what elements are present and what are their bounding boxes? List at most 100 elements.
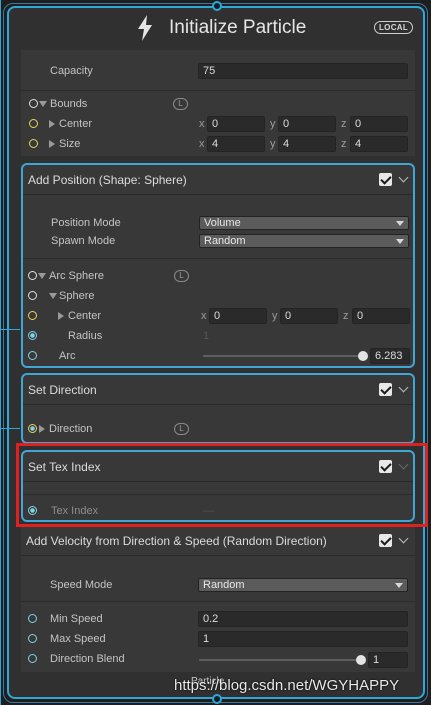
max-speed-label: Max Speed <box>50 633 106 645</box>
bounds-size-port[interactable] <box>29 139 38 148</box>
bounds-center-port[interactable] <box>29 119 38 128</box>
direction-blend-value-field[interactable]: 1 <box>368 652 408 668</box>
max-speed-field[interactable]: 1 <box>198 631 408 647</box>
direction-port-connected[interactable] <box>28 424 37 433</box>
dropdown-arrow-icon <box>395 583 403 588</box>
min-speed-field[interactable]: 0.2 <box>198 611 408 627</box>
bounds-space-badge[interactable]: L <box>173 98 188 110</box>
axis-y-label: y <box>270 138 276 150</box>
position-mode-value: Volume <box>204 217 241 229</box>
axis-z-label: z <box>343 310 349 322</box>
arc-sphere-input-port[interactable] <box>28 271 37 280</box>
local-space-badge[interactable]: LOCAL <box>374 21 414 34</box>
add-position-header[interactable]: Add Position (Shape: Sphere) <box>23 165 413 195</box>
arc-sphere-expand-icon[interactable] <box>38 273 46 279</box>
radius-label: Radius <box>68 330 103 342</box>
arc-sphere-label: Arc Sphere <box>49 270 105 282</box>
sphere-center-expand-icon[interactable] <box>58 312 64 320</box>
arc-label: Arc <box>59 350 76 362</box>
position-mode-dropdown[interactable]: Volume <box>199 216 409 230</box>
set-direction-enabled-checkbox[interactable] <box>379 383 392 396</box>
sphere-label: Sphere <box>59 290 95 302</box>
axis-y-label: y <box>270 118 276 130</box>
initialize-particle-node[interactable]: Initialize Particle LOCAL Capacity 75 Bo… <box>7 6 425 699</box>
flow-output-port[interactable] <box>212 694 222 704</box>
bounds-center-y-field[interactable]: 0 <box>278 116 336 132</box>
node-title: Initialize Particle <box>169 17 307 38</box>
connection-wire <box>0 428 20 429</box>
flow-input-port[interactable] <box>212 1 222 11</box>
connection-wire <box>0 328 1 705</box>
speed-mode-dropdown[interactable]: Random <box>198 578 408 592</box>
sphere-input-port[interactable] <box>28 291 37 300</box>
node-header[interactable]: Initialize Particle LOCAL <box>9 8 423 48</box>
add-position-title: Add Position (Shape: Sphere) <box>28 173 187 187</box>
bounds-expand-icon[interactable] <box>39 101 47 107</box>
add-position-block[interactable]: Add Position (Shape: Sphere) Position Mo… <box>21 163 415 368</box>
min-speed-label: Min Speed <box>50 613 103 625</box>
chevron-down-icon[interactable] <box>398 533 409 544</box>
arc-value-field[interactable]: 6.283 <box>370 348 410 364</box>
sphere-expand-icon[interactable] <box>49 293 57 299</box>
position-mode-label: Position Mode <box>51 217 121 229</box>
bounds-label: Bounds <box>50 98 88 110</box>
sphere-center-y-field[interactable]: 0 <box>280 308 338 324</box>
axis-z-label: z <box>341 138 347 150</box>
speed-mode-label: Speed Mode <box>50 579 113 591</box>
radius-port-connected[interactable] <box>28 331 37 340</box>
sphere-center-z-field[interactable]: 0 <box>352 308 410 324</box>
arc-slider-handle[interactable] <box>358 351 368 361</box>
spawn-mode-value: Random <box>204 235 246 247</box>
axis-x-label: x <box>201 310 207 322</box>
radius-value: 1 <box>203 330 210 342</box>
bounds-center-label: Center <box>59 118 93 130</box>
add-velocity-enabled-checkbox[interactable] <box>379 534 392 547</box>
bounds-size-x-field[interactable]: 4 <box>207 136 265 152</box>
axis-y-label: y <box>272 310 278 322</box>
direction-blend-slider-track[interactable] <box>199 659 365 661</box>
add-velocity-block[interactable]: Add Velocity from Direction & Speed (Ran… <box>21 526 415 672</box>
connection-wire <box>0 0 1 330</box>
connection-wire <box>0 329 20 330</box>
capacity-bounds-block: Capacity 75 Bounds L Center x 0 y 0 z 0 … <box>21 50 415 156</box>
direction-expand-icon[interactable] <box>39 425 45 433</box>
direction-blend-label: Direction Blend <box>50 653 125 665</box>
bounds-center-z-field[interactable]: 0 <box>350 116 408 132</box>
arc-slider-track[interactable] <box>203 355 365 357</box>
chevron-down-icon[interactable] <box>398 172 409 183</box>
dropdown-arrow-icon <box>396 239 404 244</box>
set-direction-header[interactable]: Set Direction <box>23 375 413 405</box>
watermark-text: https://blog.csdn.net/WGYHAPPY <box>174 677 400 694</box>
sphere-center-label: Center <box>68 310 102 322</box>
capacity-label: Capacity <box>50 65 93 77</box>
add-velocity-title: Add Velocity from Direction & Speed (Ran… <box>26 534 327 548</box>
sphere-center-x-field[interactable]: 0 <box>209 308 267 324</box>
arc-sphere-space-badge[interactable]: L <box>174 270 189 282</box>
add-velocity-header[interactable]: Add Velocity from Direction & Speed (Ran… <box>21 526 415 556</box>
bounds-size-label: Size <box>59 138 81 150</box>
speed-mode-value: Random <box>203 579 245 591</box>
direction-space-badge[interactable]: L <box>174 423 189 435</box>
highlight-annotation-box <box>16 443 428 527</box>
add-position-enabled-checkbox[interactable] <box>379 173 392 186</box>
dropdown-arrow-icon <box>396 221 404 226</box>
bounds-size-y-field[interactable]: 4 <box>278 136 336 152</box>
axis-x-label: x <box>199 118 205 130</box>
size-expand-icon[interactable] <box>49 140 55 148</box>
direction-blend-port[interactable] <box>28 654 37 663</box>
set-direction-title: Set Direction <box>28 383 97 397</box>
spawn-mode-dropdown[interactable]: Random <box>199 234 409 248</box>
capacity-field[interactable]: 75 <box>198 63 408 79</box>
sphere-center-port[interactable] <box>28 311 37 320</box>
center-expand-icon[interactable] <box>49 120 55 128</box>
min-speed-port[interactable] <box>28 614 37 623</box>
spawn-mode-label: Spawn Mode <box>51 235 116 247</box>
bounds-center-x-field[interactable]: 0 <box>207 116 265 132</box>
max-speed-port[interactable] <box>28 634 37 643</box>
direction-blend-slider-handle[interactable] <box>356 655 366 665</box>
bounds-input-port[interactable] <box>29 99 38 108</box>
bounds-size-z-field[interactable]: 4 <box>350 136 408 152</box>
chevron-down-icon[interactable] <box>398 382 409 393</box>
set-direction-block[interactable]: Set Direction Direction L <box>21 373 415 444</box>
arc-port[interactable] <box>28 351 37 360</box>
